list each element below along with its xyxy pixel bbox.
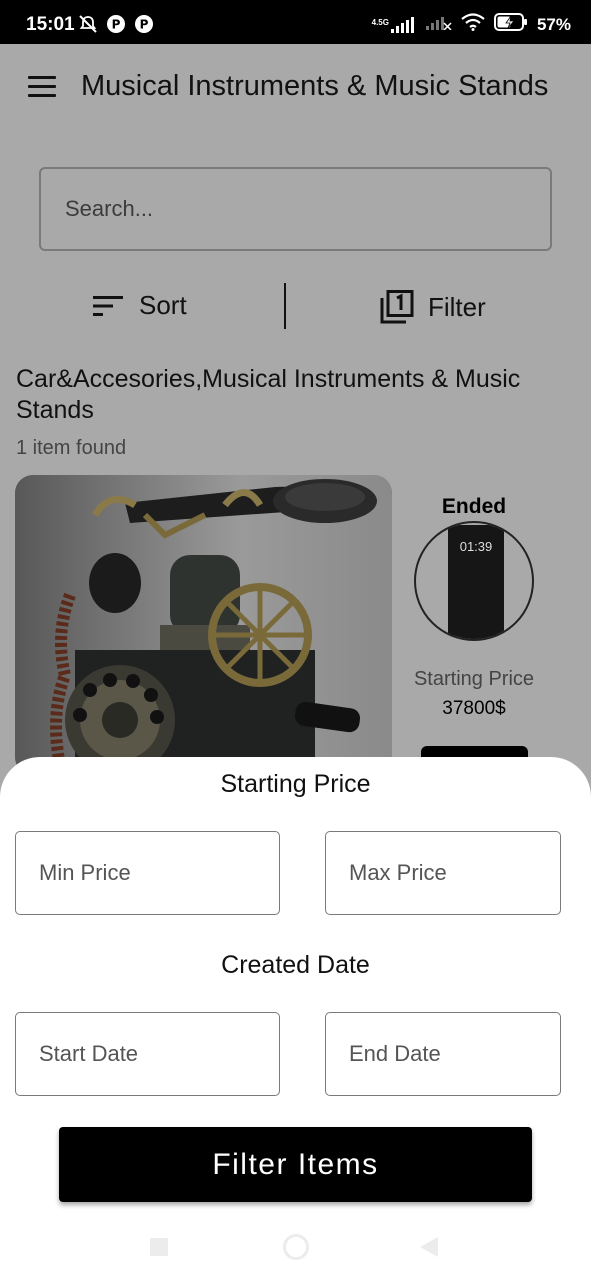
phone-screen-image: 01:39 bbox=[448, 525, 504, 639]
page-title: Musical Instruments & Music Stands bbox=[81, 70, 549, 102]
item-count: 1 item found bbox=[16, 437, 127, 459]
network-type-label: 4.5G bbox=[371, 17, 389, 27]
svg-text:P: P bbox=[140, 18, 149, 32]
app-bar: Musical Instruments & Music Stands bbox=[0, 44, 591, 134]
recents-icon[interactable] bbox=[150, 1238, 168, 1256]
filter-button[interactable]: Filter bbox=[380, 290, 486, 324]
sort-button[interactable]: Sort bbox=[93, 290, 187, 321]
auction-status: Ended bbox=[441, 495, 507, 518]
filter-label: Filter bbox=[428, 291, 486, 322]
hamburger-menu-icon[interactable] bbox=[28, 76, 56, 98]
search-field[interactable] bbox=[39, 167, 552, 251]
cellular-signal-icon: 4.5G bbox=[371, 16, 417, 33]
filter-icon bbox=[380, 290, 414, 324]
end-date-field[interactable] bbox=[325, 1012, 561, 1096]
status-bar: 15:01 P P 4.5G 57% bbox=[0, 0, 591, 44]
thumbnail-clock: 01:39 bbox=[459, 539, 493, 554]
notifications-off-icon bbox=[78, 14, 98, 34]
filter-items-button[interactable]: Filter Items bbox=[59, 1127, 532, 1202]
sort-label: Sort bbox=[139, 290, 187, 320]
max-price-input[interactable] bbox=[326, 832, 560, 914]
end-date-input[interactable] bbox=[326, 1013, 560, 1095]
battery-charging-icon bbox=[493, 13, 528, 36]
created-date-heading: Created Date bbox=[221, 951, 370, 979]
home-icon[interactable] bbox=[283, 1234, 309, 1260]
starting-price-heading: Starting Price bbox=[220, 770, 371, 798]
svg-text:P: P bbox=[112, 18, 121, 32]
product-image[interactable] bbox=[15, 475, 392, 775]
app-notification-icon: P bbox=[134, 14, 154, 34]
product-thumbnail: 01:39 bbox=[414, 521, 534, 641]
back-icon[interactable] bbox=[420, 1237, 438, 1257]
search-input[interactable] bbox=[41, 169, 550, 249]
start-date-field[interactable] bbox=[15, 1012, 280, 1096]
start-date-input[interactable] bbox=[16, 1013, 279, 1095]
filter-bottom-sheet: Starting Price Created Date Filter Items bbox=[0, 757, 591, 1280]
min-price-input[interactable] bbox=[16, 832, 279, 914]
battery-percent: 57% bbox=[536, 14, 571, 34]
wifi-icon bbox=[461, 13, 485, 36]
toolbar-divider bbox=[284, 283, 286, 329]
no-signal-icon bbox=[425, 14, 452, 35]
system-nav-bar bbox=[0, 1220, 591, 1280]
status-notification-icons: P P bbox=[78, 14, 154, 34]
sort-icon bbox=[93, 295, 123, 316]
status-time: 15:01 bbox=[26, 14, 75, 35]
app-notification-icon: P bbox=[106, 14, 126, 34]
category-title: Car&Accesories,Musical Instruments & Mus… bbox=[16, 365, 521, 424]
min-price-field[interactable] bbox=[15, 831, 280, 915]
max-price-field[interactable] bbox=[325, 831, 561, 915]
starting-price-value: 37800$ bbox=[442, 698, 506, 719]
status-system-icons: 4.5G 57% bbox=[372, 13, 571, 36]
starting-price-label: Starting Price bbox=[413, 668, 535, 690]
